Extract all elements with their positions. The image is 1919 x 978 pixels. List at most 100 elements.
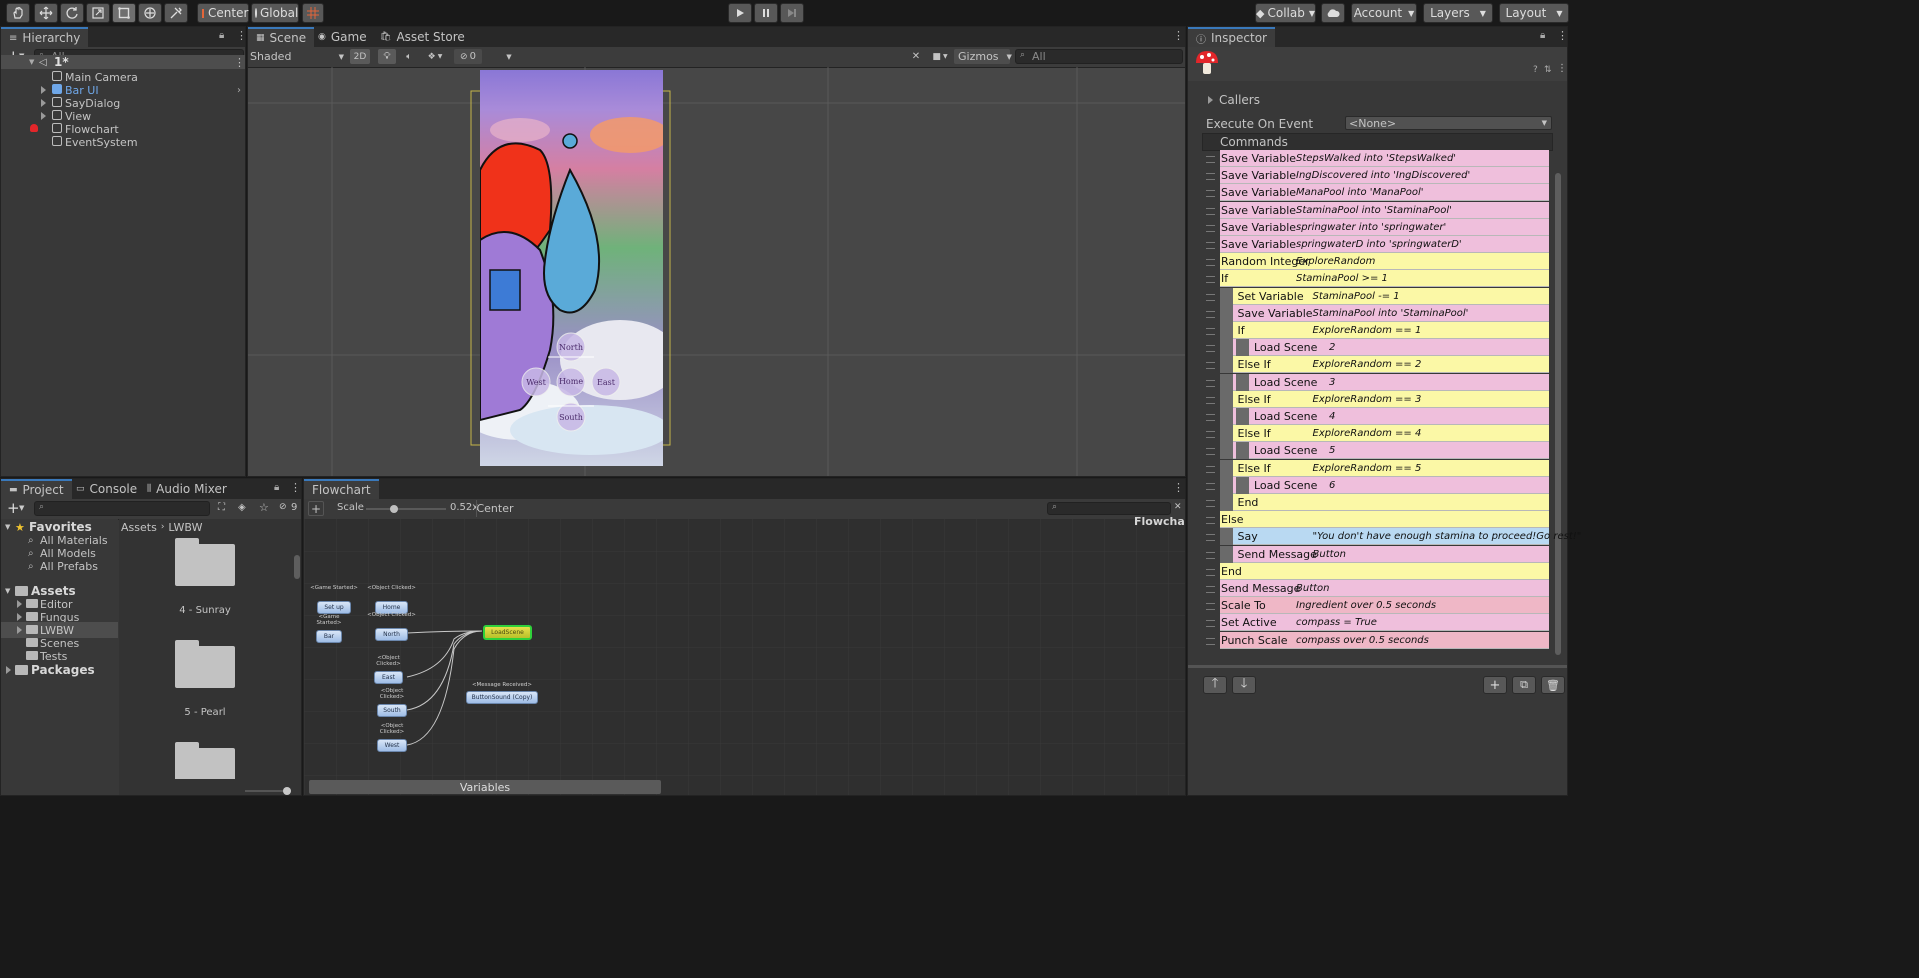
chevron-right-icon[interactable]: ›: [237, 85, 241, 96]
lock-icon[interactable]: 🔒︎: [274, 482, 279, 493]
grid-snap-button[interactable]: [302, 3, 324, 23]
command-row[interactable]: Say "You don't have enough stamina to pro…: [1220, 528, 1581, 545]
drag-handle-icon[interactable]: [1206, 328, 1215, 335]
flowchart-block[interactable]: North: [375, 628, 408, 641]
drag-handle-icon[interactable]: [1206, 603, 1215, 610]
close-icon[interactable]: ✕: [1174, 502, 1182, 512]
command-row[interactable]: Set Active compass = True: [1220, 614, 1549, 631]
zoom-slider[interactable]: [245, 787, 291, 795]
command-row[interactable]: End: [1220, 563, 1549, 580]
slider-thumb[interactable]: [390, 505, 398, 513]
more-options-icon[interactable]: ⋮: [1557, 63, 1567, 74]
chevron-right-icon[interactable]: [41, 86, 46, 94]
command-row[interactable]: Send Message Button: [1220, 546, 1549, 563]
flowchart-block[interactable]: Set up: [317, 601, 351, 614]
pivot-center-button[interactable]: Center: [197, 3, 249, 23]
hierarchy-item[interactable]: EventSystem: [1, 134, 245, 150]
scrollbar-thumb[interactable]: [1555, 173, 1561, 655]
command-row[interactable]: Save Variable StepsWalked into 'StepsWalk…: [1220, 150, 1549, 167]
drag-handle-icon[interactable]: [1206, 638, 1215, 645]
tab-project[interactable]: ▬ Project: [1, 479, 72, 499]
move-down-button[interactable]: 🡓: [1232, 676, 1256, 694]
scene-search-input[interactable]: ⌕ All: [1015, 49, 1183, 64]
more-options-icon[interactable]: ⋮: [234, 56, 245, 69]
command-row[interactable]: Save Variable springwater into 'springwat…: [1220, 219, 1549, 236]
command-row[interactable]: Save Variable springwaterD into 'springwa…: [1220, 236, 1549, 253]
execute-on-event-dropdown[interactable]: <None> ▼: [1345, 116, 1552, 130]
scale-slider[interactable]: [366, 505, 446, 513]
drag-handle-icon[interactable]: [1206, 242, 1215, 249]
command-row[interactable]: Scale To Ingredient over 0.5 seconds: [1220, 597, 1549, 614]
game-canvas[interactable]: North Home West East South: [480, 70, 663, 466]
callers-foldout[interactable]: Callers: [1208, 93, 1260, 107]
flowchart-block[interactable]: ButtonSound (Copy): [466, 691, 538, 704]
pivot-global-button[interactable]: Global: [251, 3, 299, 23]
command-row[interactable]: Save Variable ManaPool into 'ManaPool': [1220, 184, 1549, 201]
folder-item[interactable]: [167, 739, 257, 779]
drag-handle-icon[interactable]: [1206, 276, 1215, 283]
gizmos-dropdown[interactable]: Gizmos ▼: [954, 49, 1012, 64]
drag-handle-icon[interactable]: [1206, 208, 1215, 215]
effects-button[interactable]: ❖ ▼: [422, 49, 448, 64]
command-row[interactable]: If StaminaPool >= 1: [1220, 270, 1549, 287]
chevron-right-icon[interactable]: [41, 99, 46, 107]
visibility-button[interactable]: ⊘ 0: [454, 49, 482, 64]
command-row[interactable]: Else If ExploreRandom == 5: [1220, 460, 1549, 477]
drag-handle-icon[interactable]: [1206, 552, 1215, 559]
tab-game[interactable]: ◉ Game: [310, 27, 375, 47]
move-up-button[interactable]: 🡑: [1203, 676, 1227, 694]
center-button[interactable]: Center: [476, 500, 514, 517]
scene-row[interactable]: ▼ ◁ 1* ⋮: [1, 55, 245, 69]
drag-handle-icon[interactable]: [1206, 466, 1215, 473]
lock-icon[interactable]: 🔒︎: [1540, 30, 1545, 41]
more-options-icon[interactable]: ⋮: [1557, 29, 1567, 42]
drag-handle-icon[interactable]: [1206, 431, 1215, 438]
drag-handle-icon[interactable]: [1206, 156, 1215, 163]
drag-handle-icon[interactable]: [1206, 534, 1215, 541]
help-icon[interactable]: ?: [1533, 65, 1538, 75]
command-row[interactable]: Load Scene 5: [1220, 442, 1549, 459]
drag-handle-icon[interactable]: [1206, 345, 1215, 352]
shading-dropdown[interactable]: Shaded ▼: [250, 49, 346, 64]
eye-hidden-icon[interactable]: ⊘: [279, 502, 287, 512]
breadcrumb-assets[interactable]: Assets: [121, 521, 157, 534]
pause-button[interactable]: [754, 3, 778, 23]
command-row[interactable]: Save Variable IngDiscovered into 'IngDisc…: [1220, 167, 1549, 184]
flowchart-search-input[interactable]: ⌕: [1047, 502, 1171, 515]
drag-handle-icon[interactable]: [1206, 414, 1215, 421]
mode-2d-button[interactable]: 2D: [350, 49, 370, 64]
lock-icon[interactable]: 🔒︎: [219, 30, 224, 41]
project-scrollbar[interactable]: [293, 535, 301, 775]
slider-thumb[interactable]: [283, 787, 291, 795]
chevron-right-icon[interactable]: [17, 600, 22, 608]
more-options-icon[interactable]: ⋮: [290, 481, 301, 494]
add-icon[interactable]: +: [7, 499, 20, 517]
command-row[interactable]: Load Scene 2: [1220, 339, 1549, 356]
drag-handle-icon[interactable]: [1206, 517, 1215, 524]
drag-handle-icon[interactable]: [1206, 294, 1215, 301]
command-row[interactable]: Save Variable StaminaPool into 'StaminaPo…: [1220, 305, 1549, 322]
variables-button[interactable]: Variables: [309, 780, 661, 794]
drag-handle-icon[interactable]: [1206, 225, 1215, 232]
rotate-tool-button[interactable]: [60, 3, 84, 23]
add-command-button[interactable]: +: [1483, 676, 1507, 694]
flowchart-block[interactable]: South: [377, 704, 407, 717]
audio-button[interactable]: 🔈︎: [400, 49, 418, 64]
step-button[interactable]: [780, 3, 804, 23]
flowchart-block[interactable]: West: [377, 739, 407, 752]
folder-item[interactable]: 4 - Sunray: [167, 535, 257, 617]
play-button[interactable]: [728, 3, 752, 23]
tab-audio-mixer[interactable]: ⫼ Audio Mixer: [139, 479, 235, 499]
command-row[interactable]: End: [1220, 494, 1549, 511]
project-search-input[interactable]: ⌕: [34, 501, 210, 516]
chevron-right-icon[interactable]: [17, 613, 22, 621]
drag-handle-icon[interactable]: [1206, 380, 1215, 387]
layers-dropdown[interactable]: Layers ▼: [1423, 3, 1493, 23]
drag-handle-icon[interactable]: [1206, 190, 1215, 197]
hand-tool-button[interactable]: [6, 3, 30, 23]
tab-console[interactable]: ▭ Console: [68, 479, 145, 499]
transform-tool-button[interactable]: [138, 3, 162, 23]
delete-command-button[interactable]: 🗑︎: [1541, 676, 1565, 694]
drag-handle-icon[interactable]: [1206, 448, 1215, 455]
drag-handle-icon[interactable]: [1206, 569, 1215, 576]
